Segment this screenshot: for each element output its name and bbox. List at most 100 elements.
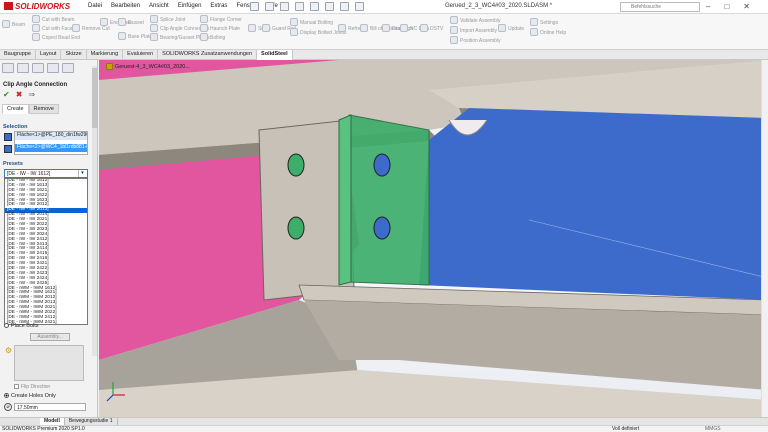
config-manager-icon[interactable]	[32, 63, 44, 73]
cancel-button[interactable]: ✖	[16, 90, 23, 99]
ribbon-item[interactable]: Coped Bead End	[42, 35, 80, 41]
assembly-button[interactable]: Assembly...	[30, 333, 70, 341]
menu-item-0[interactable]: Datei	[88, 3, 102, 9]
tab-remove[interactable]: Remove	[28, 104, 59, 114]
ribbon-tool-icon[interactable]	[248, 24, 256, 32]
ribbon-tool-icon[interactable]	[450, 36, 458, 44]
ribbon-item[interactable]: Cut with Face	[42, 26, 73, 32]
dimxpert-icon[interactable]	[47, 63, 59, 73]
ribbon-tool-icon[interactable]	[32, 24, 40, 32]
options-icon[interactable]	[355, 2, 364, 11]
ok-button[interactable]: ✔	[3, 90, 10, 99]
list-item[interactable]: Fläche<2>@WC4_1bl1rdb881-ini	[15, 144, 87, 152]
ribbon-tool-icon[interactable]	[2, 20, 10, 28]
ribbon-tool-icon[interactable]	[200, 33, 208, 41]
scrollbar-thumb[interactable]	[92, 68, 97, 128]
green-angle-edge[interactable]	[338, 114, 352, 286]
ribbon-item[interactable]: Cut with Beam	[42, 17, 75, 23]
ribbon-tool-icon[interactable]	[118, 32, 126, 40]
ribbon-tool-icon[interactable]	[118, 18, 126, 26]
bolt-hole[interactable]	[287, 153, 305, 177]
ribbon-tool-icon[interactable]	[200, 24, 208, 32]
ribbon-tool-icon[interactable]	[290, 18, 298, 26]
blue-web[interactable]	[419, 108, 768, 300]
ribbon-item[interactable]: Beam	[12, 22, 25, 28]
menu-item-3[interactable]: Einfügen	[178, 3, 202, 9]
create-holes-only-option[interactable]: Create Holes Only	[4, 393, 56, 399]
ribbon-tool-icon[interactable]	[72, 24, 80, 32]
ribbon-tool-icon[interactable]	[498, 24, 506, 32]
status-units[interactable]: MMGS	[705, 426, 721, 432]
print-icon[interactable]	[295, 2, 304, 11]
command-tab[interactable]: Markierung	[87, 50, 124, 60]
ribbon-tool-icon[interactable]	[530, 18, 538, 26]
command-tab[interactable]: Evaluieren	[123, 50, 159, 60]
ribbon-tool-icon[interactable]	[290, 28, 298, 36]
radio-icon[interactable]	[4, 393, 9, 398]
preset-dropdown-list[interactable]: [DE - IW - IW 1612] [DE - IW - IW 1613] [D…	[4, 178, 88, 325]
chevron-down-icon[interactable]: ▾	[78, 170, 86, 177]
ribbon-item[interactable]: Import Assembly	[460, 28, 497, 34]
tree-item-label[interactable]: Geruest-4_3_WC4#03_2020...	[115, 64, 190, 70]
undo-icon[interactable]	[310, 2, 319, 11]
viewport-scrollbar[interactable]	[761, 60, 768, 417]
ribbon-item[interactable]: Update	[508, 26, 524, 32]
command-tab[interactable]: Skizze	[61, 50, 87, 60]
save-icon[interactable]	[280, 2, 289, 11]
new-icon[interactable]	[250, 2, 259, 11]
bolt-hole[interactable]	[287, 216, 305, 240]
feature-tree-icon[interactable]	[2, 63, 14, 73]
ribbon-item[interactable]: Validate Assembly	[460, 18, 500, 24]
menu-item-4[interactable]: Extras	[210, 3, 227, 9]
ribbon-tool-icon[interactable]	[32, 33, 40, 41]
ribbon-item[interactable]: Bolting	[210, 35, 225, 41]
command-tab[interactable]: Layout	[36, 50, 62, 60]
ribbon-tool-icon[interactable]	[32, 15, 40, 23]
ribbon-tool-icon[interactable]	[382, 24, 390, 32]
ribbon-tool-icon[interactable]	[150, 15, 158, 23]
bolt-hole[interactable]	[373, 153, 391, 177]
radio-icon[interactable]	[4, 323, 9, 328]
ribbon-tool-icon[interactable]	[200, 15, 208, 23]
model-3d-view[interactable]	[99, 60, 768, 417]
ribbon-item[interactable]: DSTV	[430, 26, 443, 32]
ribbon-item[interactable]: Manual Bolting	[300, 20, 333, 26]
select-icon[interactable]	[325, 2, 334, 11]
ribbon-item[interactable]: Gusset	[128, 20, 144, 26]
diameter-input[interactable]: 17.50mm	[14, 403, 86, 411]
ribbon-item[interactable]: Base Plate	[128, 34, 152, 40]
bolt-hole[interactable]	[373, 216, 391, 240]
place-bolts-option[interactable]: Place Bolts	[4, 323, 39, 329]
app-logo[interactable]: SOLIDWORKS	[4, 2, 70, 11]
close-button[interactable]: ✕	[743, 2, 750, 11]
ribbon-item[interactable]: Online Help	[540, 30, 566, 36]
command-tab[interactable]: SolidSteel	[257, 50, 293, 60]
ribbon-tool-icon[interactable]	[262, 24, 270, 32]
ribbon-tool-icon[interactable]	[150, 24, 158, 32]
ribbon-tool-icon[interactable]	[450, 26, 458, 34]
ribbon-item[interactable]: Flange Corner	[210, 17, 242, 23]
ribbon-item[interactable]: Position Assembly	[460, 38, 501, 44]
rebuild-icon[interactable]	[340, 2, 349, 11]
flip-direction-option[interactable]: Flip Direction	[14, 384, 50, 390]
selection-list[interactable]: Fläche<1>@PE_180_din1fw290 Fläche<2>@WC4…	[14, 131, 88, 155]
menu-item-1[interactable]: Bearbeiten	[111, 3, 140, 9]
ribbon-tool-icon[interactable]	[100, 18, 108, 26]
command-search-input[interactable]: Befehlssuche	[620, 2, 700, 12]
ribbon-tool-icon[interactable]	[450, 16, 458, 24]
ribbon-item[interactable]: Settings	[540, 20, 558, 26]
checkbox-icon[interactable]	[14, 384, 19, 389]
preset-select[interactable]: [DE - IW - IW 1612] ▾	[4, 169, 88, 178]
display-manager-icon[interactable]	[62, 63, 74, 73]
graphics-viewport[interactable]	[99, 60, 768, 417]
tab-create[interactable]: Create	[2, 104, 29, 114]
open-icon[interactable]	[265, 2, 274, 11]
menu-item-2[interactable]: Ansicht	[149, 3, 169, 9]
command-tab[interactable]: Baugruppe	[0, 50, 36, 60]
ribbon-tool-icon[interactable]	[150, 33, 158, 41]
maximize-button[interactable]: □	[724, 2, 729, 11]
green-angle-plate[interactable]	[348, 114, 430, 286]
ribbon-item[interactable]: Haunch Plate	[210, 26, 240, 32]
ribbon-tool-icon[interactable]	[360, 24, 368, 32]
list-item[interactable]: Fläche<1>@PE_180_din1fw290	[15, 132, 87, 140]
